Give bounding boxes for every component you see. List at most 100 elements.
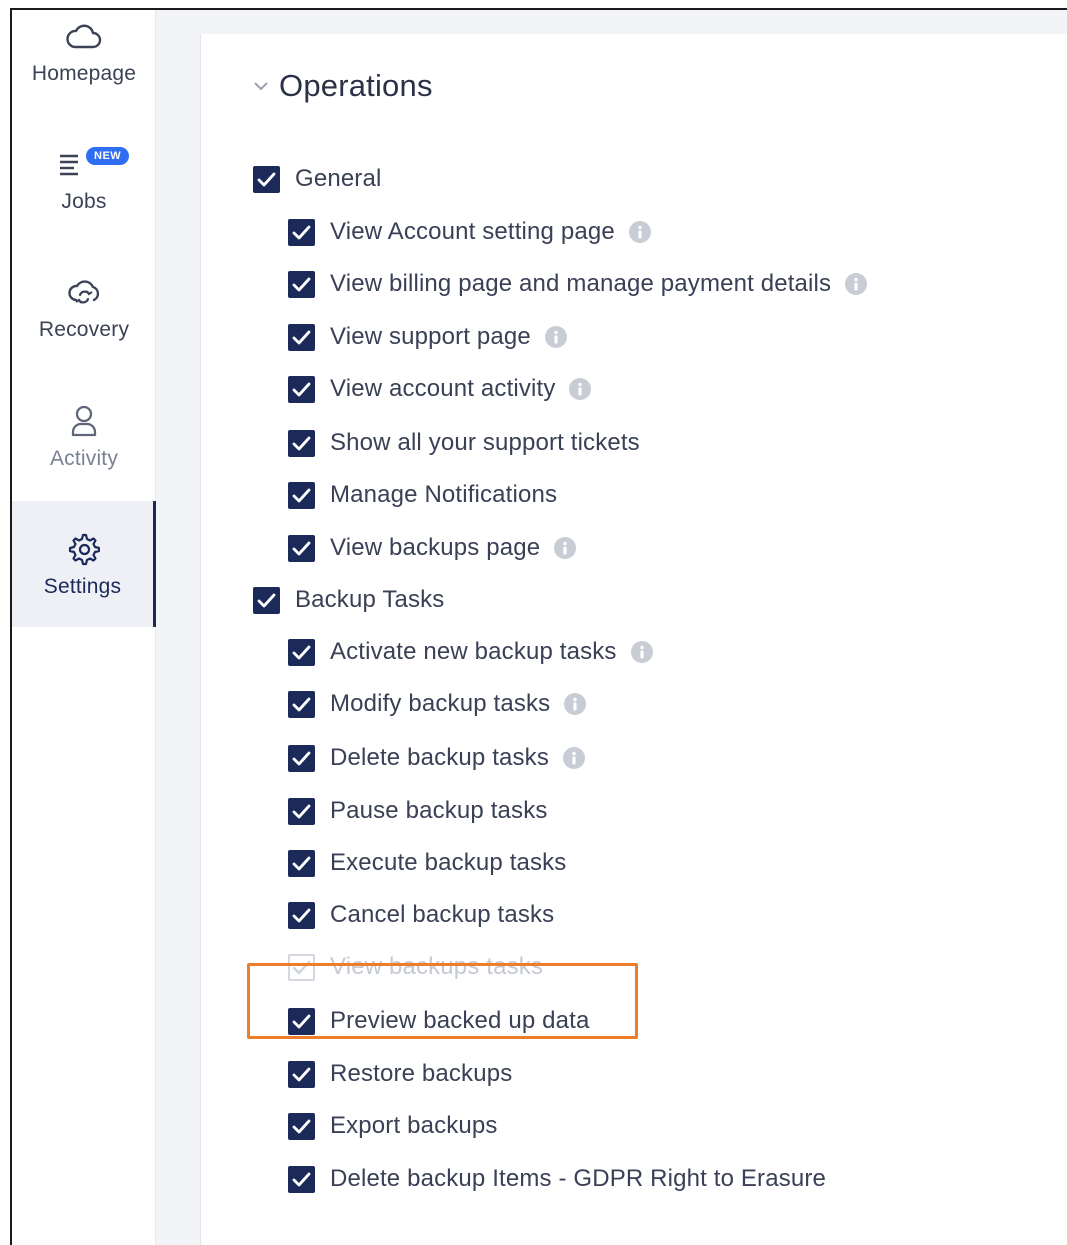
checkbox[interactable] [288,1060,315,1088]
checkbox[interactable] [288,690,315,718]
checkmark-icon [292,751,311,766]
permission-label: View account activity [330,375,556,402]
permission-item[interactable]: View backups tasks [288,950,543,984]
checkmark-icon [292,1172,311,1187]
permissions-panel: Operations General View Account setting p… [200,34,1067,1245]
checkbox[interactable] [288,481,315,509]
checkbox[interactable] [288,323,315,351]
info-icon[interactable] [630,641,653,663]
permission-item[interactable]: View support page [288,320,567,354]
cloud-sync-icon [64,272,104,312]
checkmark-icon [292,225,311,240]
nav-recovery[interactable]: Recovery [12,272,156,398]
checkmark-icon [292,1067,311,1082]
section-title: Operations [279,68,433,103]
permission-item[interactable]: Activate new backup tasks [288,635,653,669]
checkmark-icon [257,593,276,608]
permission-item[interactable]: Cancel backup tasks [288,898,554,932]
permission-item[interactable]: Pause backup tasks [288,794,548,828]
permission-label: Restore backups [330,1060,513,1087]
group-backup-tasks[interactable]: Backup Tasks [253,583,444,617]
permission-label: General [295,165,382,192]
permission-label: Modify backup tasks [330,690,551,717]
permission-item[interactable]: Export backups [288,1109,498,1143]
permission-label: Show all your support tickets [330,429,640,456]
checkbox[interactable] [288,638,315,666]
sidebar: Homepage NEW Jobs Recovery Activity Sett… [12,10,156,1245]
checkmark-icon [292,1119,311,1134]
info-icon[interactable] [569,378,592,400]
permission-label: View backups page [330,534,541,561]
new-badge: NEW [86,147,130,165]
checkmark-icon [292,1014,311,1029]
checkbox[interactable] [288,1007,315,1035]
nav-recovery-label: Recovery [38,318,130,341]
info-icon[interactable] [845,273,868,295]
permission-item[interactable]: View Account setting page [288,215,651,249]
nav-jobs[interactable]: NEW Jobs [12,144,156,270]
user-icon [64,401,104,441]
permission-label: Execute backup tasks [330,849,567,876]
checkmark-icon [292,277,311,292]
nav-jobs-label: Jobs [61,190,107,213]
permission-label: Preview backed up data [330,1007,590,1034]
checkmark-icon [292,330,311,345]
checkmark-icon [292,908,311,923]
nav-settings[interactable]: Settings [12,501,156,627]
checkmark-icon [292,436,311,451]
permission-item[interactable]: View account activity [288,372,592,406]
checkmark-icon [292,960,311,975]
checkbox[interactable] [288,1112,315,1140]
checkbox[interactable] [253,165,280,193]
checkmark-icon [292,804,311,819]
permission-item[interactable]: Modify backup tasks [288,687,587,721]
checkbox[interactable] [288,849,315,877]
checkbox[interactable] [288,429,315,457]
permission-item[interactable]: Show all your support tickets [288,426,640,460]
info-icon[interactable] [562,747,585,769]
nav-homepage-label: Homepage [31,62,137,85]
checkbox [288,953,315,981]
checkbox[interactable] [288,1165,315,1193]
info-icon[interactable] [544,326,567,348]
permission-label: Delete backup tasks [330,744,549,771]
permission-item[interactable]: Manage Notifications [288,478,557,512]
nav-settings-label: Settings [43,575,122,598]
checkbox[interactable] [288,901,315,929]
checkmark-icon [292,488,311,503]
nav-homepage[interactable]: Homepage [12,16,156,142]
checkbox[interactable] [288,270,315,298]
checkmark-icon [292,382,311,397]
permission-item[interactable]: View billing page and manage payment det… [288,267,868,301]
checkbox[interactable] [288,744,315,772]
checkbox[interactable] [288,218,315,246]
info-icon[interactable] [564,693,587,715]
permission-label: View billing page and manage payment det… [330,270,832,297]
nav-activity-label: Activity [49,447,119,470]
checkmark-icon [292,697,311,712]
checkbox[interactable] [288,375,315,403]
operations-section-toggle[interactable]: Operations [251,68,433,104]
checkbox[interactable] [253,586,280,614]
permission-item[interactable]: View backups page [288,531,577,565]
permission-item[interactable]: Delete backup Items - GDPR Right to Eras… [288,1162,826,1196]
list-icon: NEW [60,144,130,184]
info-icon[interactable] [554,537,577,559]
group-general[interactable]: General [253,162,381,196]
permission-item[interactable]: Restore backups [288,1057,512,1091]
info-icon[interactable] [628,221,651,243]
checkmark-icon [257,172,276,187]
permission-label: Cancel backup tasks [330,901,555,928]
permission-label: View backups tasks [330,953,544,980]
permission-item[interactable]: Preview backed up data [288,1004,589,1038]
checkbox[interactable] [288,797,315,825]
gear-icon [63,529,103,569]
checkmark-icon [292,645,311,660]
checkbox[interactable] [288,534,315,562]
checkmark-icon [292,856,311,871]
permission-label: Manage Notifications [330,481,558,508]
permission-label: Pause backup tasks [330,797,548,824]
permission-item[interactable]: Delete backup tasks [288,741,585,775]
permission-item[interactable]: Execute backup tasks [288,846,566,880]
permission-label: View Account setting page [330,218,615,245]
